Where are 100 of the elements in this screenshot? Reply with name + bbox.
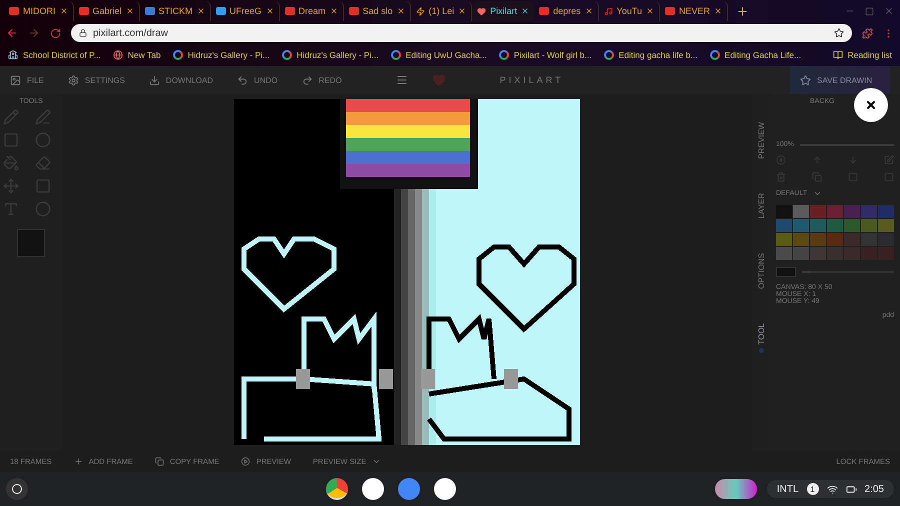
palette-color[interactable] bbox=[827, 219, 843, 232]
reading-list-link[interactable]: Reading list bbox=[832, 50, 892, 60]
maximize-icon[interactable] bbox=[865, 6, 874, 16]
palette-color[interactable] bbox=[844, 233, 860, 246]
palette-color[interactable] bbox=[861, 205, 877, 218]
palette-color[interactable] bbox=[793, 233, 809, 246]
tool-icon[interactable] bbox=[3, 178, 19, 194]
square-icon[interactable] bbox=[884, 172, 894, 182]
browser-tab[interactable]: Sad slo bbox=[344, 1, 411, 21]
menu-icon[interactable] bbox=[396, 74, 408, 86]
status-tray[interactable]: INTL 1 2:05 bbox=[766, 480, 894, 498]
bookmark-link[interactable]: Editing UwU Gacha... bbox=[390, 50, 487, 60]
address-bar[interactable]: pixilart.com/draw bbox=[71, 24, 852, 42]
copy-icon[interactable] bbox=[812, 172, 822, 182]
palette-color[interactable] bbox=[861, 219, 877, 232]
star-icon[interactable] bbox=[834, 28, 844, 38]
add-icon[interactable] bbox=[776, 155, 786, 165]
bookmark-link[interactable]: Hidruz's Gallery - Pi... bbox=[172, 50, 270, 60]
down-icon[interactable] bbox=[848, 155, 858, 165]
palette-color[interactable] bbox=[793, 219, 809, 232]
tool-icon[interactable] bbox=[35, 201, 51, 217]
trash-icon[interactable] bbox=[776, 172, 786, 182]
browser-tab[interactable]: MIDORI bbox=[4, 1, 74, 21]
menu-button[interactable]: SETTINGS bbox=[68, 74, 125, 86]
bookmark-link[interactable]: School District of P... bbox=[8, 50, 101, 60]
palette-color[interactable] bbox=[810, 205, 826, 218]
menu-button[interactable]: REDO bbox=[302, 74, 342, 86]
browser-tab[interactable]: STICKM bbox=[140, 1, 211, 21]
bookmark-link[interactable]: Editing gacha life b... bbox=[604, 50, 698, 60]
palette-color[interactable] bbox=[844, 219, 860, 232]
tool-icon[interactable] bbox=[35, 155, 51, 171]
palette-color[interactable] bbox=[776, 233, 792, 246]
chrome-app-icon[interactable] bbox=[326, 478, 348, 500]
palette-color[interactable] bbox=[827, 247, 843, 260]
palette-color[interactable] bbox=[810, 233, 826, 246]
panel-tab[interactable]: PREVIEW bbox=[756, 122, 766, 159]
palette-color[interactable] bbox=[844, 247, 860, 260]
save-button[interactable]: SAVE DRAWIN bbox=[790, 66, 890, 94]
bookmark-link[interactable]: Editing Gacha Life... bbox=[710, 50, 802, 60]
panel-tab[interactable]: TOOL bbox=[756, 322, 766, 344]
bookmark-link[interactable]: Pixilart - Wolf girl b... bbox=[498, 50, 592, 60]
reload-icon[interactable] bbox=[50, 28, 61, 38]
palette-color[interactable] bbox=[776, 205, 792, 218]
palette-color[interactable] bbox=[810, 219, 826, 232]
palette-color[interactable] bbox=[793, 205, 809, 218]
palette-color[interactable] bbox=[861, 247, 877, 260]
palette-color[interactable] bbox=[861, 233, 877, 246]
new-tab-icon[interactable] bbox=[736, 4, 750, 18]
tool-icon[interactable] bbox=[35, 132, 51, 148]
tool-icon[interactable] bbox=[3, 132, 19, 148]
close-icon[interactable] bbox=[266, 7, 274, 15]
palette-color[interactable] bbox=[827, 233, 843, 246]
up-icon[interactable] bbox=[812, 155, 822, 165]
close-icon[interactable] bbox=[584, 7, 593, 15]
tool-icon[interactable] bbox=[3, 155, 19, 171]
palette-color[interactable] bbox=[776, 219, 792, 232]
tool-icon[interactable] bbox=[35, 109, 51, 125]
edit-icon[interactable] bbox=[884, 155, 894, 165]
palette-color[interactable] bbox=[827, 205, 843, 218]
menu-button[interactable]: DOWNLOAD bbox=[148, 74, 214, 86]
palette-color[interactable] bbox=[844, 205, 860, 218]
color-swatch[interactable] bbox=[17, 229, 45, 257]
browser-tab[interactable]: UFreeG bbox=[210, 1, 280, 21]
tool-icon[interactable] bbox=[3, 109, 19, 125]
palette-color[interactable] bbox=[793, 247, 809, 260]
forward-icon[interactable] bbox=[28, 27, 40, 39]
close-icon[interactable] bbox=[458, 7, 466, 15]
palette-color[interactable] bbox=[776, 247, 792, 260]
extensions-icon[interactable] bbox=[862, 28, 873, 38]
browser-tab[interactable]: depres bbox=[534, 1, 599, 21]
close-icon[interactable] bbox=[646, 7, 654, 15]
panel-tab[interactable]: OPTIONS bbox=[756, 252, 766, 289]
browser-tab[interactable]: Pixilart bbox=[472, 1, 534, 21]
docs-app-icon[interactable] bbox=[398, 478, 420, 500]
close-icon[interactable] bbox=[60, 7, 68, 15]
tool-icon[interactable] bbox=[3, 201, 19, 217]
close-icon[interactable] bbox=[126, 7, 134, 15]
tool-icon[interactable] bbox=[35, 178, 51, 194]
bookmark-link[interactable]: Hidruz's Gallery - Pi... bbox=[282, 50, 379, 60]
palette-color[interactable] bbox=[878, 247, 894, 260]
browser-tab[interactable]: Gabriel bbox=[74, 1, 140, 21]
close-icon[interactable] bbox=[521, 7, 530, 15]
palette-color[interactable] bbox=[878, 219, 894, 232]
panel-tab[interactable]: LAYER bbox=[756, 192, 766, 219]
palette-color[interactable] bbox=[878, 233, 894, 246]
palette-color[interactable] bbox=[810, 247, 826, 260]
color-swatch[interactable] bbox=[776, 267, 796, 277]
square-icon[interactable] bbox=[848, 172, 858, 182]
caret-icon[interactable] bbox=[813, 189, 822, 198]
close-icon[interactable] bbox=[396, 7, 405, 15]
menu-button[interactable]: FILE bbox=[10, 74, 44, 86]
close-icon[interactable] bbox=[196, 7, 205, 15]
bookmark-link[interactable]: New Tab bbox=[112, 50, 161, 60]
launcher-button[interactable] bbox=[6, 478, 28, 500]
browser-tab[interactable]: Dream bbox=[280, 1, 344, 21]
menu-button[interactable]: UNDO bbox=[237, 74, 278, 86]
close-icon[interactable] bbox=[714, 7, 722, 15]
browser-tab[interactable]: YouTu bbox=[598, 1, 660, 21]
close-icon[interactable] bbox=[330, 7, 338, 15]
palette-color[interactable] bbox=[878, 205, 894, 218]
